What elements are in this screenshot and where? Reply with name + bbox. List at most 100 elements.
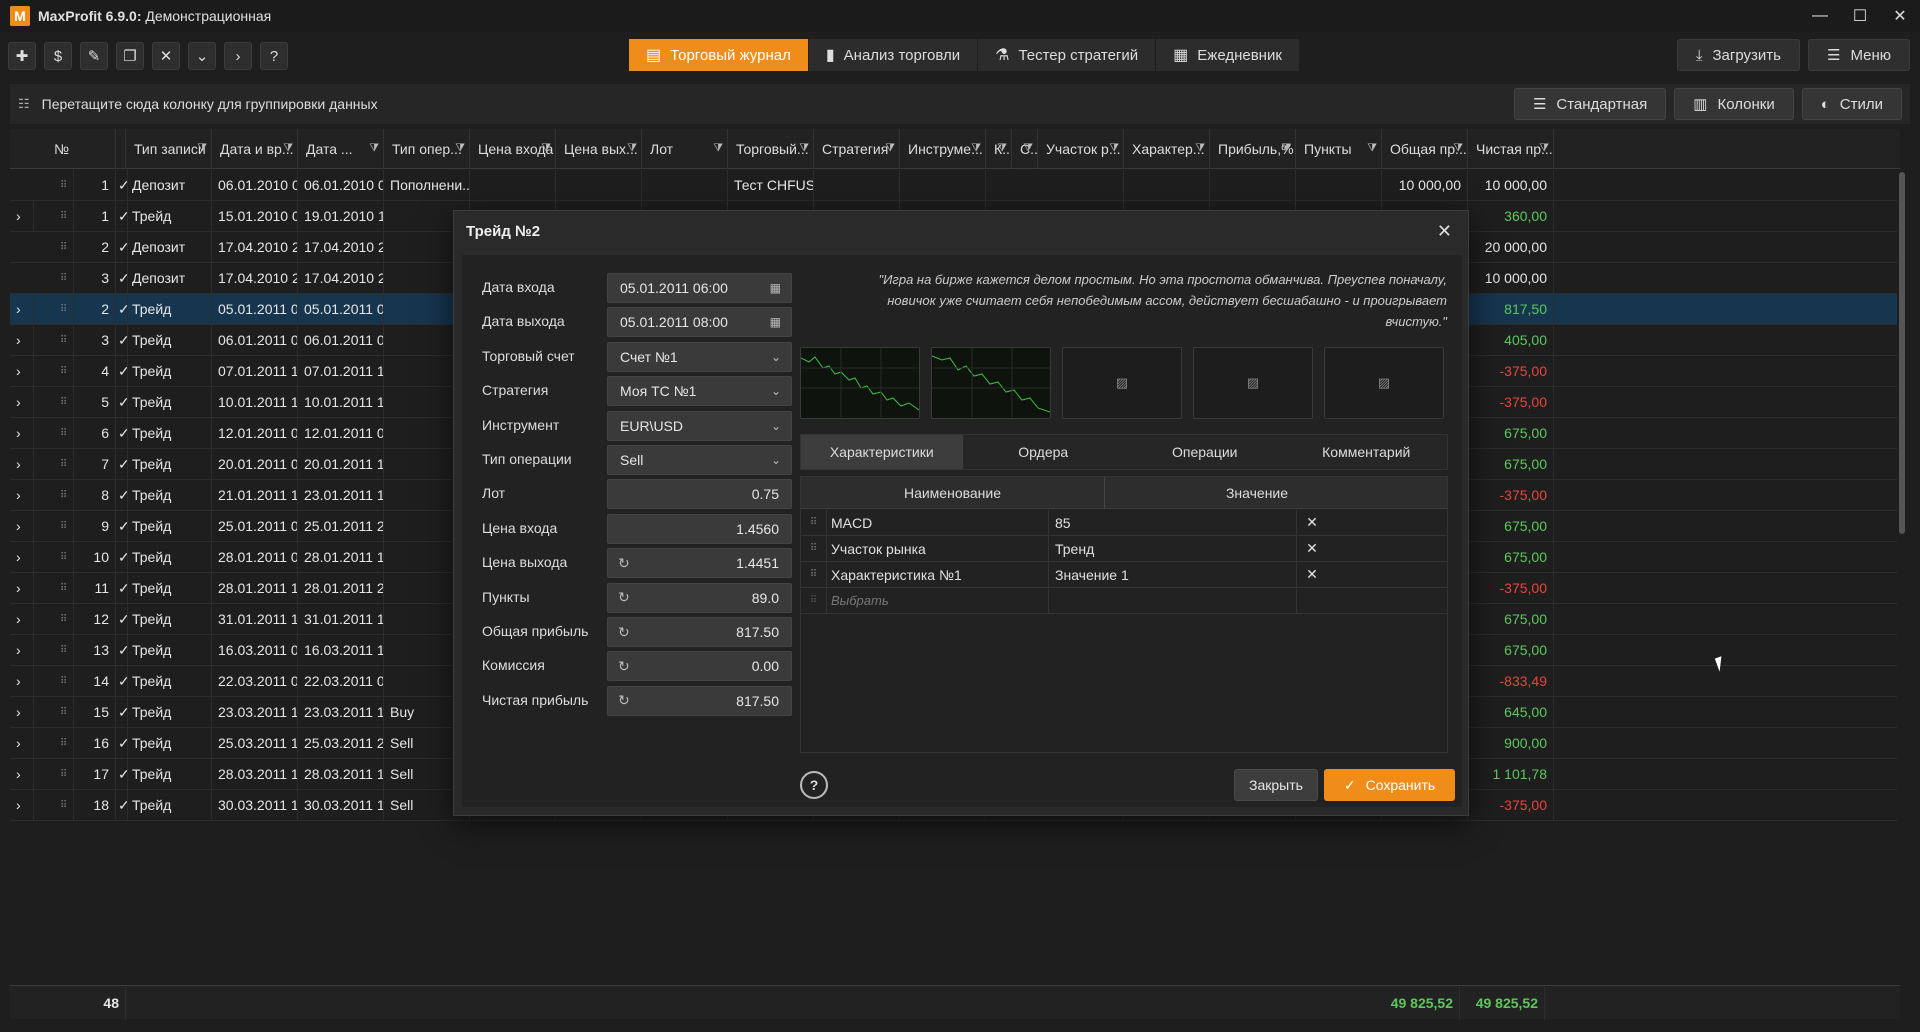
column-header[interactable]: Характер... ⧩ [1124, 129, 1210, 169]
field-select-input[interactable]: EUR\USD ⌄ [607, 410, 792, 441]
column-header[interactable]: Общая пр... ⧩ [1382, 129, 1468, 169]
drag-handle-icon[interactable]: ⠿ [801, 562, 827, 587]
copy-icon[interactable]: ❐ [116, 42, 144, 70]
close-icon[interactable]: ✕ [1437, 221, 1452, 242]
expand-icon[interactable]: › [10, 790, 34, 820]
column-header[interactable]: Прибыль,% ⧩ [1210, 129, 1296, 169]
close-button[interactable]: Закрыть [1234, 769, 1318, 801]
drag-handle-icon[interactable]: ⠿ [54, 294, 74, 324]
field-calc-input[interactable]: 817.50 ↻ [607, 685, 792, 716]
refresh-icon[interactable]: ↻ [618, 658, 630, 675]
column-header[interactable]: Торговый... ⧩ [728, 129, 814, 169]
expand-icon[interactable]: › [10, 356, 34, 386]
expand-icon[interactable]: › [10, 511, 34, 541]
chevron-down-icon[interactable]: ⌄ [771, 419, 781, 433]
column-header[interactable]: Инструме... ⧩ [900, 129, 986, 169]
standard-view-button[interactable]: ☰ Стандартная [1513, 88, 1667, 120]
refresh-icon[interactable]: ↻ [618, 555, 630, 572]
image-placeholder-icon[interactable]: ▨ [1324, 347, 1444, 419]
drag-handle-icon[interactable]: ⠿ [801, 510, 827, 535]
edit-icon[interactable]: ✎ [80, 42, 108, 70]
filter-icon[interactable]: ⧩ [1539, 142, 1549, 155]
tab-tester[interactable]: ⚗ Тестер стратегий [978, 39, 1156, 71]
expand-icon[interactable]: › [10, 294, 34, 324]
column-header[interactable]: Участок р... ⧩ [1038, 129, 1124, 169]
filter-icon[interactable]: ⧩ [1195, 142, 1205, 155]
expand-icon[interactable]: › [10, 573, 34, 603]
field-date-input[interactable]: 05.01.2011 06:00 ▦ [607, 273, 792, 303]
drag-handle-icon[interactable]: ⠿ [54, 170, 74, 200]
drag-handle-icon[interactable]: ⠿ [54, 201, 74, 231]
filter-icon[interactable]: ⧩ [1367, 142, 1377, 155]
drag-handle-icon[interactable]: ⠿ [801, 536, 827, 561]
filter-icon[interactable]: ⧩ [1281, 142, 1291, 155]
delete-icon[interactable]: ✕ [152, 42, 180, 70]
drag-handle-icon[interactable]: ⠿ [54, 511, 74, 541]
filter-icon[interactable]: ⧩ [885, 142, 895, 155]
expand-icon[interactable]: › [10, 759, 34, 789]
expand-icon[interactable]: › [10, 666, 34, 696]
characteristic-row[interactable]: ⠿ Участок рынка Тренд ✕ [801, 536, 1447, 562]
column-header[interactable]: К... ⧩ [986, 129, 1012, 169]
remove-icon[interactable]: ✕ [1297, 510, 1327, 535]
chevron-down-icon[interactable]: ⌄ [188, 42, 216, 70]
save-button[interactable]: ✓ Сохранить [1324, 769, 1455, 801]
drag-handle-icon[interactable]: ⠿ [54, 666, 74, 696]
chevron-down-icon[interactable]: ⌄ [771, 350, 781, 364]
column-header[interactable]: С...⧩ [1012, 129, 1038, 169]
add-trade-icon[interactable]: ✚ [8, 42, 36, 70]
drag-handle-icon[interactable]: ⠿ [54, 542, 74, 572]
characteristic-value[interactable]: Тренд [1049, 536, 1297, 561]
column-header[interactable]: Тип опер... ⧩ [384, 129, 470, 169]
field-select-input[interactable]: Sell ⌄ [607, 445, 792, 475]
chart-thumbnail[interactable] [800, 347, 920, 419]
expand-icon[interactable]: › [10, 480, 34, 510]
column-header[interactable]: Цена входа ⧩ [470, 129, 556, 169]
expand-icon[interactable]: › [10, 542, 34, 572]
field-calc-input[interactable]: 0.00 ↻ [607, 651, 792, 682]
field-date-input[interactable]: 05.01.2011 08:00 ▦ [607, 307, 792, 338]
characteristic-value[interactable]: 85 [1049, 510, 1297, 535]
help-icon[interactable]: ? [800, 771, 828, 799]
filter-icon[interactable]: ⧩ [627, 142, 637, 155]
filter-icon[interactable]: ⧩ [455, 142, 465, 155]
table-row[interactable]: ⠿1✓Депозит06.01.2010 0...06.01.2010 0...… [10, 170, 1900, 201]
filter-icon[interactable]: ⧩ [997, 142, 1007, 155]
chevron-down-icon[interactable]: ⌄ [771, 453, 781, 467]
drag-handle-icon[interactable]: ⠿ [54, 263, 74, 293]
filter-icon[interactable]: ⧩ [971, 142, 981, 155]
select-placeholder[interactable]: Выбрать [827, 588, 1049, 613]
drag-handle-icon[interactable]: ⠿ [54, 728, 74, 758]
field-calc-input[interactable]: 89.0 ↻ [607, 582, 792, 613]
calendar-icon[interactable]: ▦ [770, 281, 781, 295]
drag-handle-icon[interactable]: ⠿ [54, 573, 74, 603]
filter-icon[interactable]: ⧩ [713, 142, 723, 155]
tab-orders[interactable]: Ордера [963, 435, 1125, 469]
styles-button[interactable]: ◐ Стили [1801, 88, 1902, 120]
columns-button[interactable]: ▥ Колонки [1674, 88, 1794, 120]
filter-icon[interactable]: ⧩ [197, 142, 207, 155]
refresh-icon[interactable]: ↻ [618, 692, 630, 709]
column-header[interactable]: № [46, 129, 116, 169]
drag-handle-icon[interactable]: ⠿ [54, 387, 74, 417]
expand-icon[interactable]: › [10, 449, 34, 479]
remove-icon[interactable]: ✕ [1297, 562, 1327, 587]
drag-handle-icon[interactable]: ⠿ [54, 232, 74, 262]
field-num-input[interactable]: 0.75 [607, 479, 792, 510]
refresh-icon[interactable]: ↻ [618, 589, 630, 606]
add-characteristic-row[interactable]: ⠿ Выбрать [801, 588, 1447, 614]
chevron-down-icon[interactable]: ⌄ [771, 384, 781, 398]
tab-journal[interactable]: ▤ Торговый журнал [629, 39, 808, 71]
expand-icon[interactable]: › [10, 418, 34, 448]
deposit-icon[interactable]: $ [44, 42, 72, 70]
tab-diary[interactable]: ▦ Ежедневник [1156, 39, 1299, 71]
field-calc-input[interactable]: 817.50 ↻ [607, 617, 792, 647]
drag-handle-icon[interactable]: ⠿ [54, 325, 74, 355]
drag-handle-icon[interactable]: ⠿ [54, 604, 74, 634]
field-select-input[interactable]: Счет №1 ⌄ [607, 341, 792, 372]
expand-icon[interactable]: › [10, 325, 34, 355]
filter-icon[interactable]: ⧩ [1453, 142, 1463, 155]
filter-icon[interactable]: ⧩ [369, 142, 379, 155]
help-icon[interactable]: ? [260, 42, 288, 70]
group-panel[interactable]: ☷ Перетащите сюда колонку для группировк… [10, 84, 1910, 124]
